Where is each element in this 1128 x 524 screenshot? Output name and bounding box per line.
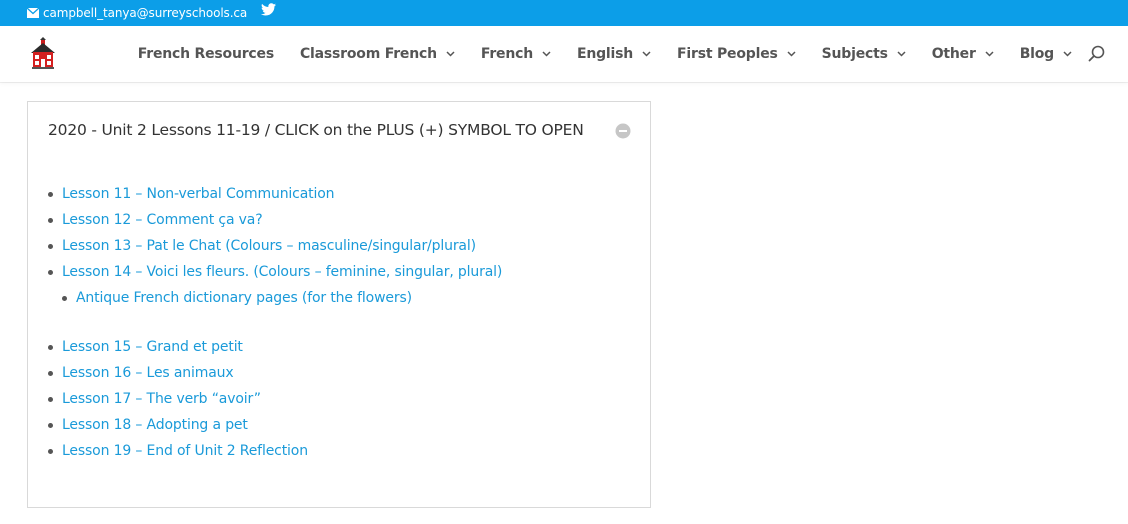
nav-label: Blog: [1019, 46, 1055, 62]
email-link[interactable]: campbell_tanya@surreyschools.ca: [43, 6, 247, 20]
red-schoolhouse-icon[interactable]: [30, 37, 56, 69]
nav-label: Classroom French: [299, 46, 437, 62]
lesson-link[interactable]: Lesson 13 – Pat le Chat (Colours – mascu…: [62, 238, 476, 254]
nav-label: Other: [931, 46, 976, 62]
chevron-down-icon: [985, 51, 994, 57]
list-item: Antique French dictionary pages (for the…: [61, 289, 502, 315]
nav-other[interactable]: Other: [932, 46, 994, 62]
top-bar: campbell_tanya@surreyschools.ca: [0, 0, 1128, 26]
lesson-link[interactable]: Lesson 14 – Voici les fleurs. (Colours –…: [62, 264, 502, 280]
twitter-icon[interactable]: [261, 2, 277, 16]
lesson-link[interactable]: Lesson 19 – End of Unit 2 Reflection: [62, 443, 308, 459]
lesson-link[interactable]: Lesson 12 – Comment ça va?: [62, 212, 263, 228]
list-item: Lesson 12 – Comment ça va?: [47, 211, 502, 237]
chevron-down-icon: [1063, 51, 1072, 57]
minus-circle-icon[interactable]: [615, 123, 631, 139]
list-item: Lesson 15 – Grand et petit: [48, 338, 308, 364]
nav-english[interactable]: English: [577, 46, 651, 62]
nav-subjects[interactable]: Subjects: [822, 46, 906, 62]
lesson-list: Lesson 15 – Grand et petit Lesson 16 – L…: [48, 338, 308, 468]
chevron-down-icon: [897, 51, 906, 57]
search-icon[interactable]: [1088, 45, 1106, 63]
envelope-icon: [27, 8, 39, 18]
chevron-down-icon: [787, 51, 796, 57]
nav-label: First Peoples: [677, 46, 778, 62]
accordion-title[interactable]: 2020 - Unit 2 Lessons 11-19 / CLICK on t…: [48, 121, 584, 139]
lesson-list: Lesson 11 – Non-verbal Communication Les…: [47, 185, 502, 315]
site-header: French Resources Classroom French French…: [0, 26, 1128, 82]
chevron-down-icon: [642, 51, 651, 57]
lesson-link[interactable]: Lesson 17 – The verb “avoir”: [62, 391, 261, 407]
lesson-link[interactable]: Lesson 15 – Grand et petit: [62, 339, 243, 355]
nav-french-resources[interactable]: French Resources: [138, 46, 274, 62]
nav-label: French: [480, 46, 533, 62]
list-item: Lesson 18 – Adopting a pet: [48, 416, 308, 442]
lesson-link[interactable]: Lesson 11 – Non-verbal Communication: [62, 186, 335, 202]
nav-blog[interactable]: Blog: [1020, 46, 1072, 62]
list-item: Lesson 11 – Non-verbal Communication: [47, 185, 502, 211]
sub-lesson-list: Antique French dictionary pages (for the…: [61, 289, 502, 315]
main-nav: French Resources Classroom French French…: [138, 26, 1072, 82]
list-item: Lesson 17 – The verb “avoir”: [48, 390, 308, 416]
nav-french[interactable]: French: [481, 46, 551, 62]
unit-accordion: 2020 - Unit 2 Lessons 11-19 / CLICK on t…: [27, 101, 651, 508]
chevron-down-icon: [446, 51, 455, 57]
list-item: Lesson 13 – Pat le Chat (Colours – mascu…: [47, 237, 502, 263]
nav-label: French Resources: [137, 46, 274, 62]
nav-classroom-french[interactable]: Classroom French: [300, 46, 455, 62]
list-item: Lesson 16 – Les animaux: [48, 364, 308, 390]
nav-first-peoples[interactable]: First Peoples: [677, 46, 796, 62]
list-item: Lesson 19 – End of Unit 2 Reflection: [48, 442, 308, 468]
nav-label: Subjects: [821, 46, 888, 62]
chevron-down-icon: [542, 51, 551, 57]
sub-lesson-link[interactable]: Antique French dictionary pages (for the…: [76, 290, 412, 306]
nav-label: English: [576, 46, 634, 62]
lesson-link[interactable]: Lesson 16 – Les animaux: [62, 365, 234, 381]
list-item: Lesson 14 – Voici les fleurs. (Colours –…: [47, 263, 502, 289]
lesson-link[interactable]: Lesson 18 – Adopting a pet: [62, 417, 248, 433]
